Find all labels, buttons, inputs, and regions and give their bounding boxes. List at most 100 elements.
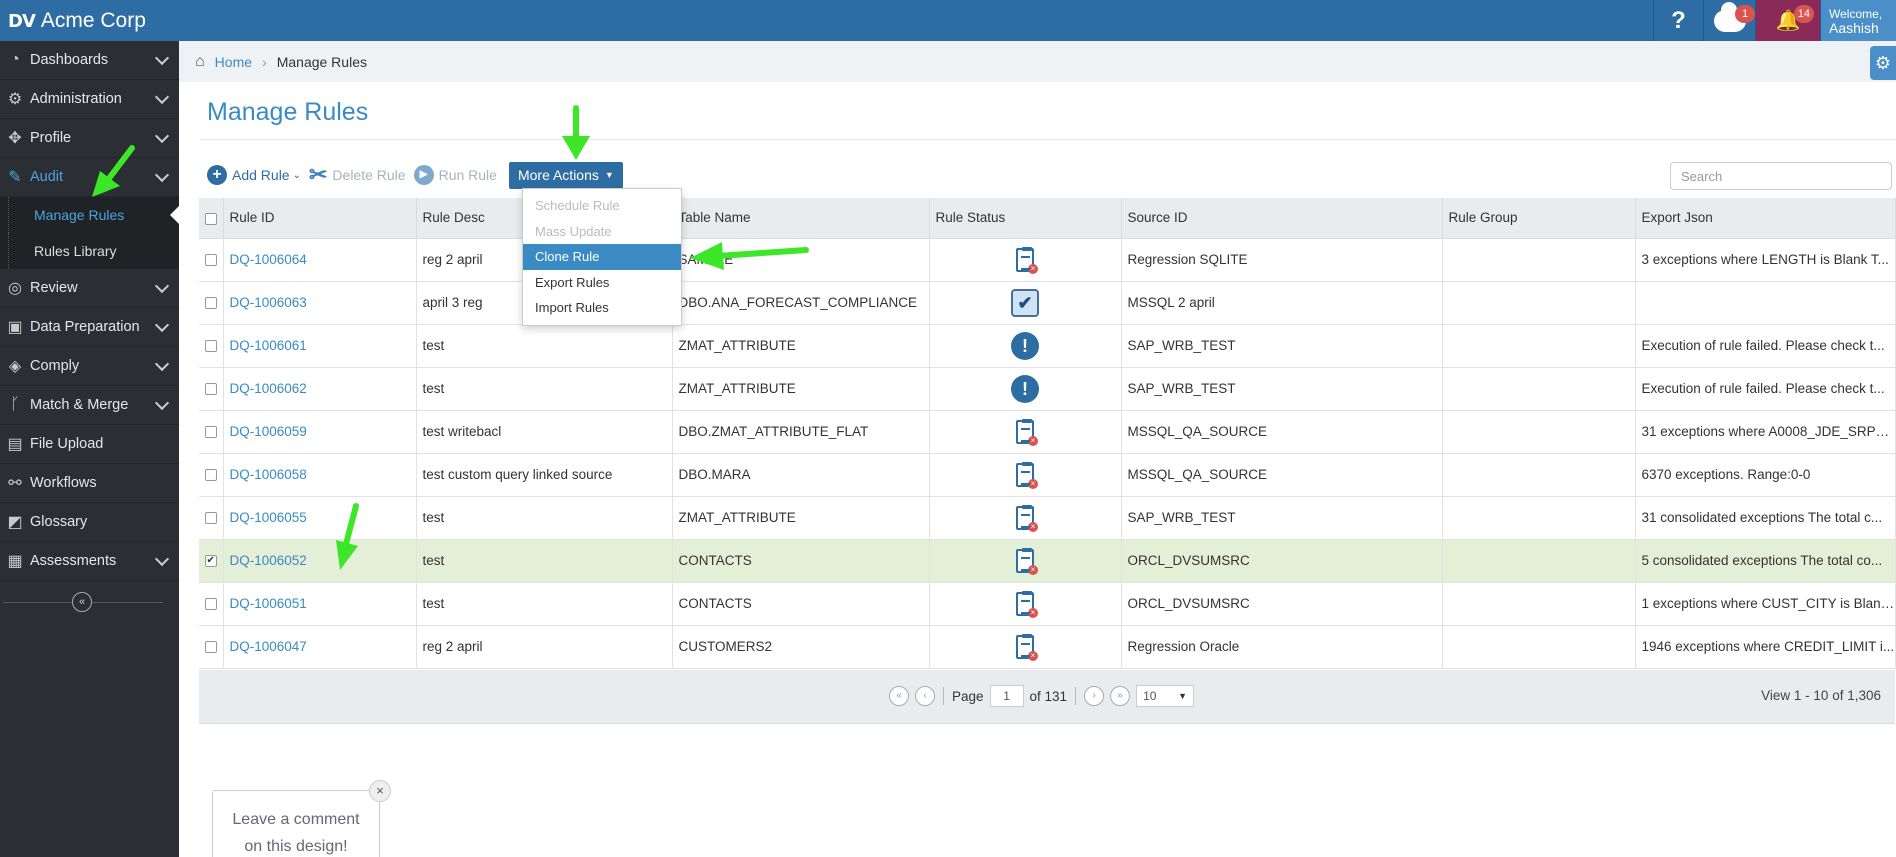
row-checkbox[interactable] — [204, 469, 217, 482]
sidebar-item-dashboards[interactable]: ◔ Dashboards — [0, 41, 179, 80]
menu-item-mass-update[interactable]: Mass Update — [523, 219, 681, 245]
help-button[interactable]: ? — [1653, 0, 1703, 41]
row-checkbox-cell[interactable] — [199, 324, 224, 368]
sidebar-item-assessments[interactable]: ▦ Assessments — [0, 542, 179, 581]
exceptions-icon[interactable]: × — [1016, 461, 1038, 489]
row-checkbox-cell[interactable] — [199, 367, 224, 411]
error-icon[interactable]: ! — [1011, 374, 1039, 403]
sidebar-item-administration[interactable]: ⚙ Administration — [0, 80, 179, 119]
sidebar-item-workflows[interactable]: ⚯ Workflows — [0, 464, 179, 503]
table-row[interactable]: DQ-1006055 test ZMAT_ATTRIBUTE × SAP_WRB_TES… — [199, 496, 1896, 540]
add-rule-button[interactable]: + Add Rule ⌄ — [207, 165, 301, 185]
page-size-select[interactable]: 10 ▼ — [1136, 685, 1195, 707]
column-header[interactable]: Rule Status — [929, 198, 1122, 239]
menu-item-clone-rule[interactable]: Clone Rule — [523, 244, 681, 270]
select-all-checkbox[interactable] — [199, 198, 224, 239]
sidebar-item-data-preparation[interactable]: ▣ Data Preparation — [0, 308, 179, 347]
search-input[interactable] — [1670, 162, 1892, 190]
sidebar-subitem-rules-library[interactable]: Rules Library — [8, 233, 179, 269]
annotation-arrow — [92, 145, 135, 197]
passed-icon[interactable]: ✔ — [1011, 288, 1039, 317]
exceptions-icon[interactable]: × — [1016, 504, 1038, 532]
rule-id-link[interactable]: DQ-1006064 — [223, 238, 417, 282]
notifications-button[interactable]: 🔔 14 — [1755, 0, 1820, 41]
exceptions-icon[interactable]: × — [1016, 547, 1038, 575]
rule-id-link[interactable]: DQ-1006055 — [223, 496, 417, 540]
table-row[interactable]: DQ-1006059 test writebacl DBO.ZMAT_ATTRIBU… — [199, 410, 1896, 454]
page-number-input[interactable]: 1 — [989, 685, 1024, 707]
menu-item-import-rules[interactable]: Import Rules — [523, 295, 681, 321]
row-checkbox[interactable] — [204, 297, 217, 310]
table-row[interactable]: DQ-1006058 test custom query linked sourc… — [199, 453, 1896, 497]
column-header[interactable]: Rule Group — [1442, 198, 1636, 239]
row-checkbox-cell[interactable]: ✔ — [199, 539, 224, 583]
exceptions-icon[interactable]: × — [1016, 246, 1038, 274]
delete-rule-button[interactable]: ✂ Delete Rule — [309, 162, 406, 188]
table-row[interactable]: DQ-1006064reg 2 aprilSAMPLE×Regression S… — [199, 238, 1896, 282]
sidebar-subitem-manage-rules[interactable]: Manage Rules — [8, 197, 180, 233]
row-checkbox[interactable] — [204, 641, 217, 654]
rule-id-link[interactable]: DQ-1006058 — [223, 453, 417, 497]
rule-id-link[interactable]: DQ-1006063 — [223, 281, 417, 325]
comment-widget[interactable]: Leave a comment on this design! — [212, 790, 380, 857]
more-actions-button[interactable]: More Actions ▼ — [508, 161, 623, 189]
table-row[interactable]: DQ-1006061 test ZMAT_ATTRIBUTE! SAP_WRB_TES… — [199, 324, 1896, 368]
close-icon[interactable]: × — [369, 780, 391, 802]
annotation-arrow — [562, 105, 590, 160]
row-checkbox-cell[interactable] — [199, 453, 224, 497]
run-rule-button[interactable]: ▶ Run Rule — [413, 165, 497, 185]
row-checkbox-cell[interactable] — [199, 496, 224, 540]
table-row[interactable]: ✔ DQ-1006052 test CONTACTS × ORCL_DVSUMSRC 5 c… — [199, 539, 1896, 583]
gear-icon[interactable]: ⚙ — [1870, 46, 1896, 80]
table-row[interactable]: DQ-1006047 reg 2 april CUSTOMERS2 × Regressi… — [199, 625, 1896, 669]
column-header[interactable]: Export Json — [1635, 198, 1896, 239]
exceptions-icon[interactable]: × — [1016, 590, 1038, 618]
row-checkbox[interactable]: ✔ — [204, 555, 217, 568]
column-header[interactable]: Source ID — [1121, 198, 1443, 239]
user-menu[interactable]: Welcome, Aashish — [1820, 0, 1896, 41]
sidebar-item-review[interactable]: ◎ Review — [0, 269, 179, 308]
rule-id-link[interactable]: DQ-1006059 — [223, 410, 417, 454]
next-page-icon[interactable]: › — [1084, 686, 1105, 706]
rule-id-link[interactable]: DQ-1006062 — [223, 367, 417, 411]
row-checkbox[interactable] — [204, 340, 217, 353]
row-checkbox[interactable] — [204, 426, 217, 439]
column-header[interactable]: Rule ID — [223, 198, 417, 239]
row-checkbox[interactable] — [204, 512, 217, 525]
table-row[interactable]: DQ-1006062 test ZMAT_ATTRIBUTE! SAP_WRB_TES… — [199, 367, 1896, 411]
table-row[interactable]: DQ-1006051 test CONTACTS × ORCL_DVSUMSRC 1 ex… — [199, 582, 1896, 626]
brand[interactable]: DV Acme Corp — [8, 6, 146, 36]
rule-id-link[interactable]: DQ-1006047 — [223, 625, 417, 669]
sidebar-item-glossary[interactable]: ◩ Glossary — [0, 503, 179, 542]
column-header[interactable]: Table Name — [672, 198, 930, 239]
menu-item-export-rules[interactable]: Export Rules — [523, 270, 681, 296]
first-page-icon[interactable]: « — [889, 686, 909, 706]
row-checkbox-cell[interactable] — [199, 281, 224, 325]
row-checkbox-cell[interactable] — [199, 238, 224, 282]
collapse-sidebar-icon[interactable]: « — [72, 592, 92, 612]
rule-id-link[interactable]: DQ-1006061 — [223, 324, 417, 368]
error-icon[interactable]: ! — [1011, 331, 1039, 360]
rule-id-link[interactable]: DQ-1006052 — [223, 539, 417, 583]
exceptions-icon[interactable]: × — [1016, 633, 1038, 661]
divider — [200, 139, 1896, 140]
cloud-notifications-button[interactable]: 1 — [1703, 0, 1755, 41]
row-checkbox[interactable] — [204, 598, 217, 611]
top-header: DV Acme Corp ? 1 🔔 14 Welcome, Aashish — [0, 0, 1896, 41]
table-row[interactable]: DQ-1006063 april 3 reg DBO.ANA_FORECAST_CO… — [199, 281, 1896, 325]
last-page-icon[interactable]: » — [1110, 686, 1131, 706]
row-checkbox-cell[interactable] — [199, 625, 224, 669]
sidebar-item-comply[interactable]: ◈ Comply — [0, 347, 179, 386]
exceptions-icon[interactable]: × — [1016, 418, 1038, 446]
menu-item-schedule-rule[interactable]: Schedule Rule — [523, 193, 681, 219]
sidebar-item-match-merge[interactable]: ᚴ Match & Merge — [0, 386, 179, 425]
breadcrumb-home[interactable]: Home — [215, 54, 252, 70]
rule-id-link[interactable]: DQ-1006051 — [223, 582, 417, 626]
row-checkbox-cell[interactable] — [199, 582, 224, 626]
home-icon[interactable]: ⌂ — [195, 53, 205, 71]
prev-page-icon[interactable]: ‹ — [915, 686, 935, 706]
row-checkbox-cell[interactable] — [199, 410, 224, 454]
row-checkbox[interactable] — [204, 254, 217, 267]
row-checkbox[interactable] — [204, 383, 217, 396]
sidebar-item-file-upload[interactable]: ▤ File Upload — [0, 425, 179, 464]
